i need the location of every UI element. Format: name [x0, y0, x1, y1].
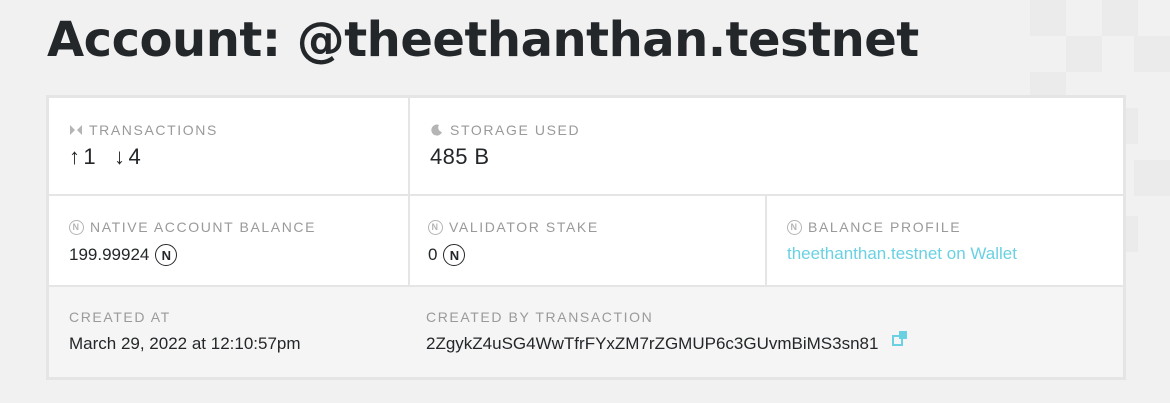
- balance-row: N NATIVE ACCOUNT BALANCE 199.99924 N N V…: [49, 196, 1123, 287]
- wallet-profile-link[interactable]: theethanthan.testnet on Wallet: [787, 244, 1017, 264]
- validator-stake-cell: N VALIDATOR STAKE 0 N: [408, 196, 765, 285]
- validator-stake-label: VALIDATOR STAKE: [449, 219, 599, 235]
- transactions-cell: TRANSACTIONS ↑ 1 ↓ 4: [49, 98, 408, 194]
- external-link-icon[interactable]: [892, 330, 908, 346]
- balance-profile-cell: N BALANCE PROFILE theethanthan.testnet o…: [765, 196, 1123, 285]
- created-at-value: March 29, 2022 at 12:10:57pm: [69, 334, 301, 353]
- outgoing-transactions: ↑ 1: [69, 144, 96, 170]
- created-at-cell: CREATED AT March 29, 2022 at 12:10:57pm: [49, 287, 408, 377]
- near-icon: N: [69, 219, 84, 235]
- native-balance-value: 199.99924: [69, 245, 150, 264]
- native-balance-label: NATIVE ACCOUNT BALANCE: [90, 219, 317, 235]
- incoming-transactions: ↓ 4: [114, 144, 141, 170]
- creation-row: CREATED AT March 29, 2022 at 12:10:57pm …: [49, 287, 1123, 377]
- moon-icon: [430, 124, 444, 136]
- transfer-icon: [69, 125, 83, 135]
- incoming-count: 4: [128, 144, 142, 169]
- validator-stake-value: 0: [428, 245, 438, 264]
- near-icon: N: [428, 219, 443, 235]
- transaction-hash[interactable]: 2ZgykZ4uSG4WwTfrFYxZM7rZGMUP6c3GUvmBiMS3…: [426, 334, 878, 354]
- created-by-label: CREATED BY TRANSACTION: [426, 309, 654, 325]
- account-details-card: TRANSACTIONS ↑ 1 ↓ 4 STORAGE USED 485 B …: [46, 95, 1126, 380]
- page-title: Account: @theethanthan.testnet: [47, 12, 919, 68]
- storage-value: 485 B: [430, 144, 490, 169]
- near-icon: N: [443, 244, 466, 266]
- near-icon: N: [155, 244, 178, 266]
- outgoing-count: 1: [83, 144, 97, 169]
- storage-label: STORAGE USED: [450, 122, 581, 138]
- storage-cell: STORAGE USED 485 B: [408, 98, 1123, 194]
- created-by-cell: CREATED BY TRANSACTION 2ZgykZ4uSG4WwTfrF…: [408, 287, 1123, 377]
- arrow-down-icon: ↓: [114, 144, 126, 169]
- balance-profile-label: BALANCE PROFILE: [808, 219, 962, 235]
- native-balance-cell: N NATIVE ACCOUNT BALANCE 199.99924 N: [49, 196, 408, 285]
- arrow-up-icon: ↑: [69, 144, 81, 169]
- near-icon: N: [787, 219, 802, 235]
- created-at-label: CREATED AT: [69, 309, 171, 325]
- summary-row: TRANSACTIONS ↑ 1 ↓ 4 STORAGE USED 485 B: [49, 98, 1123, 196]
- transactions-label: TRANSACTIONS: [89, 122, 218, 138]
